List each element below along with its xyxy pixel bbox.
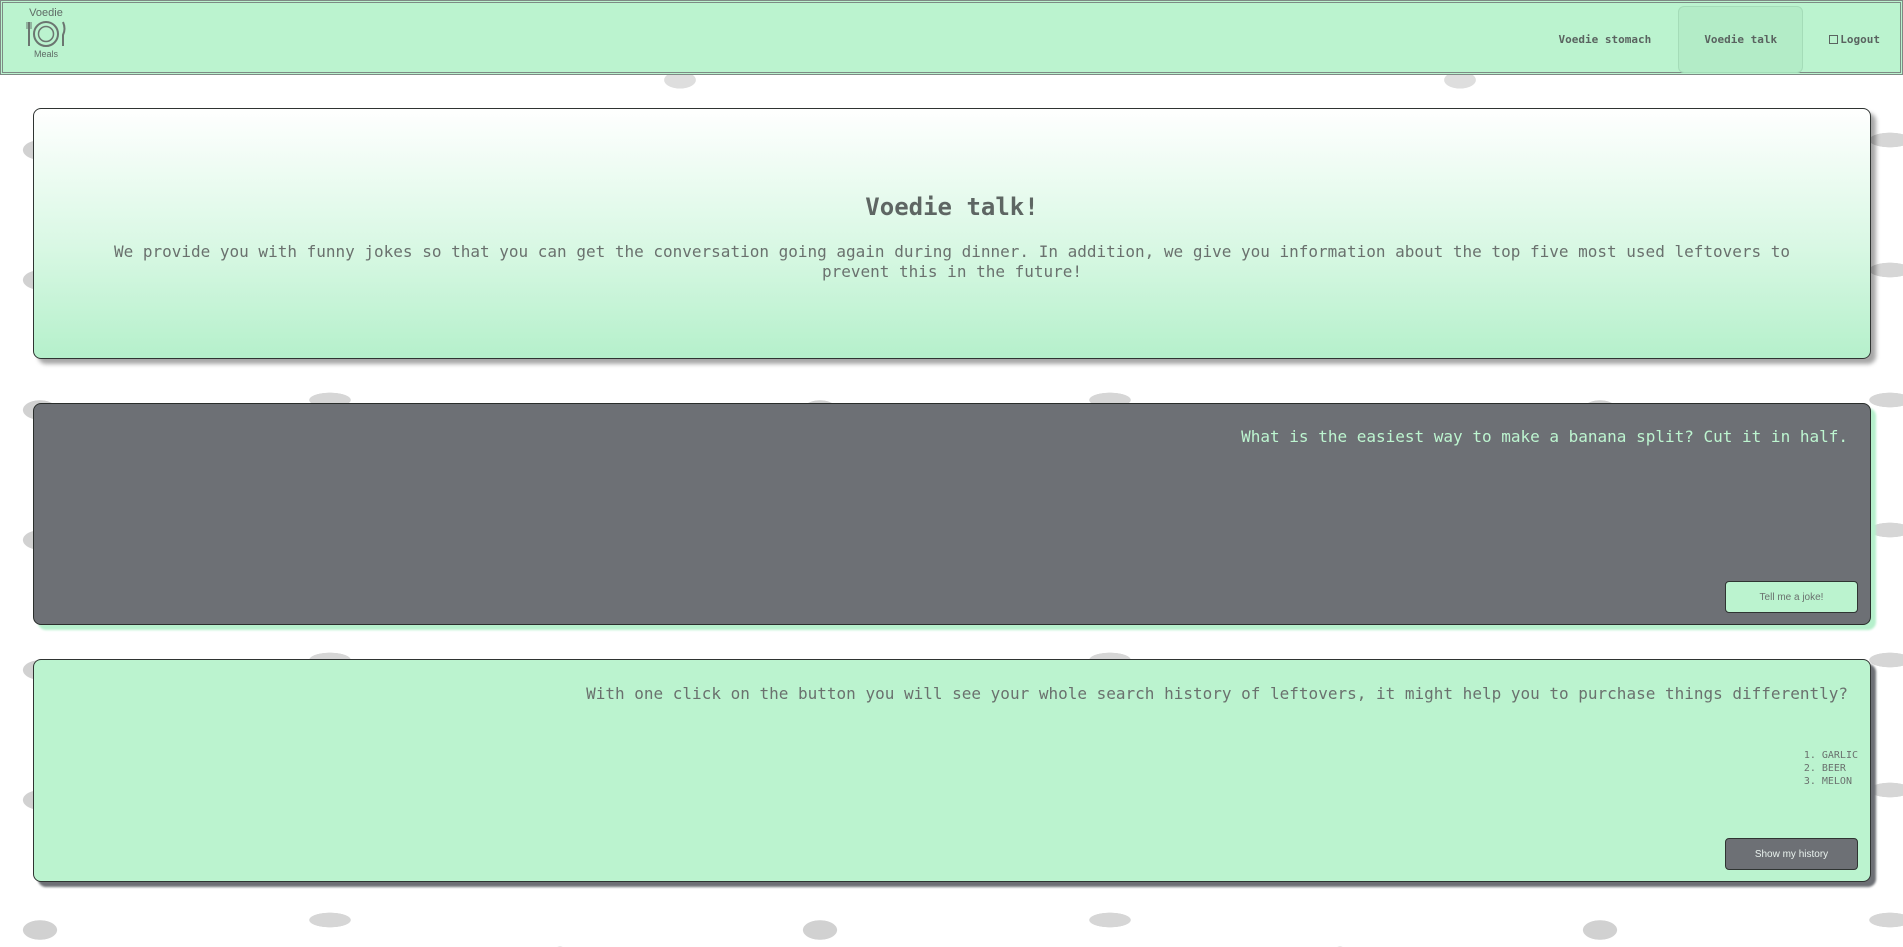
intro-description: We provide you with funny jokes so that … xyxy=(113,242,1791,281)
history-card: With one click on the button you will se… xyxy=(33,659,1871,882)
intro-card: Voedie talk! We provide you with funny j… xyxy=(33,108,1871,359)
joke-text: What is the easiest way to make a banana… xyxy=(1241,427,1848,446)
logo-bottom-text: Meals xyxy=(33,49,58,59)
joke-card: What is the easiest way to make a banana… xyxy=(33,403,1871,625)
logout-icon xyxy=(1829,35,1839,44)
nav-logout[interactable]: Logout xyxy=(1803,6,1892,73)
history-item: MELON xyxy=(1822,775,1858,788)
top-navbar: Voedie Meals Voedie stomach Voedie talk … xyxy=(0,0,1903,75)
history-intro: With one click on the button you will se… xyxy=(586,684,1848,703)
nav-voedie-talk[interactable]: Voedie talk xyxy=(1678,6,1804,73)
nav-voedie-stomach[interactable]: Voedie stomach xyxy=(1532,6,1679,73)
nav-logout-label: Logout xyxy=(1840,33,1880,46)
tell-joke-button[interactable]: Tell me a joke! xyxy=(1725,581,1858,613)
show-history-button[interactable]: Show my history xyxy=(1725,838,1858,870)
history-item: GARLIC xyxy=(1822,749,1858,762)
page-title: Voedie talk! xyxy=(865,193,1039,221)
voedie-meals-logo[interactable]: Voedie Meals xyxy=(23,7,69,67)
history-list: GARLIC BEER MELON xyxy=(1802,749,1858,788)
history-item: BEER xyxy=(1822,762,1858,775)
main-nav: Voedie stomach Voedie talk Logout xyxy=(1532,6,1892,73)
logo-top-text: Voedie xyxy=(29,7,63,19)
plate-fork-knife-icon xyxy=(26,21,66,47)
